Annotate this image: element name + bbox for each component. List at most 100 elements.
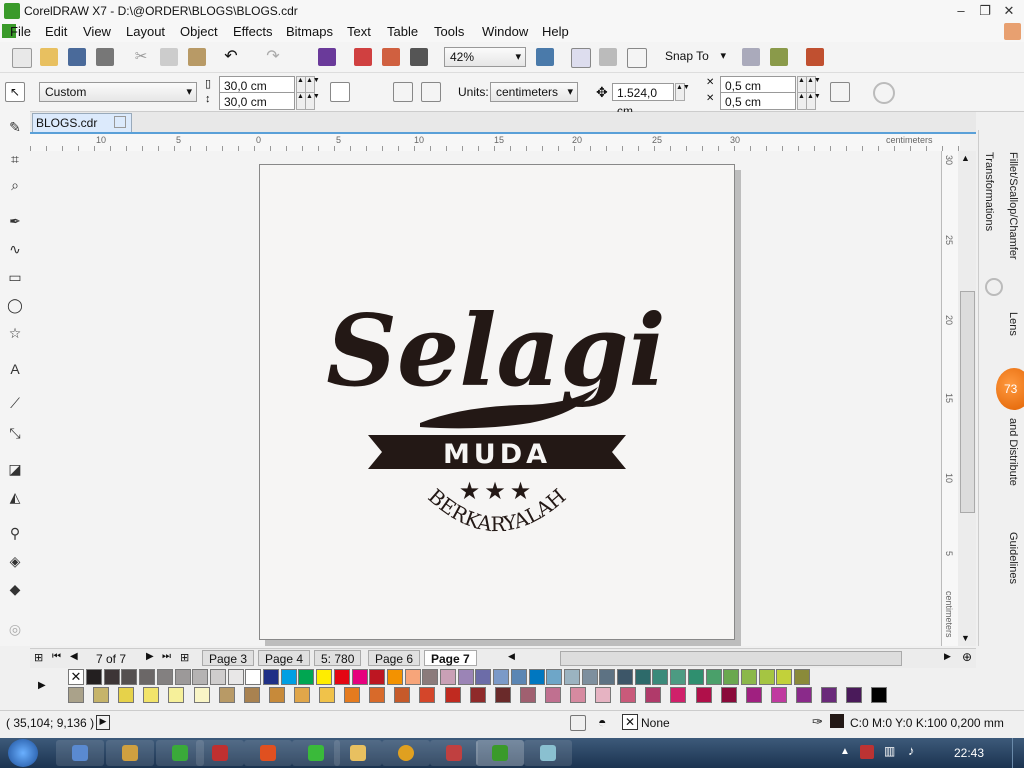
customize-toolbox-icon[interactable]: ◎ [5, 619, 25, 639]
drawing-canvas[interactable]: Selagi MUDA ★★★ BERKARYALAH [30, 151, 941, 646]
height-lock[interactable]: ▲▼ [305, 92, 320, 110]
add-page-icon[interactable]: ⊞ [34, 651, 43, 664]
color-swatch[interactable] [156, 669, 173, 685]
fill-color-swatch[interactable]: ✕ [622, 714, 638, 730]
color-swatch[interactable] [634, 669, 651, 685]
crop-tool-icon[interactable]: ⌗ [5, 149, 25, 169]
tab-close-icon[interactable] [114, 116, 126, 128]
color-swatch[interactable] [528, 669, 545, 685]
scroll-down-button[interactable]: ▼ [961, 633, 970, 643]
color-swatch[interactable] [245, 669, 262, 685]
page-height-field[interactable]: 30,0 cm [219, 92, 295, 110]
docker-tab-fillet[interactable]: Fillet/Scallop/Chamfer [1007, 152, 1019, 260]
docker-tab-lens[interactable]: Lens [1007, 312, 1019, 336]
new-document-icon[interactable] [12, 48, 32, 68]
color-swatch[interactable] [268, 687, 285, 703]
color-swatch[interactable] [193, 687, 210, 703]
color-swatch[interactable] [293, 687, 310, 703]
color-swatch[interactable] [93, 687, 110, 703]
export-icon[interactable] [382, 48, 400, 66]
search-content-icon[interactable] [318, 48, 336, 66]
save-icon[interactable] [68, 48, 86, 66]
color-swatch[interactable] [670, 687, 687, 703]
color-swatch[interactable] [510, 669, 527, 685]
ellipse-tool-icon[interactable]: ◯ [5, 295, 25, 315]
page-tab-active[interactable]: Page 7 [424, 650, 477, 666]
color-swatch[interactable] [563, 669, 580, 685]
show-desktop-button[interactable] [1012, 738, 1024, 768]
landscape-icon[interactable] [358, 82, 376, 100]
color-swatch[interactable] [846, 687, 863, 703]
eyedropper-icon[interactable]: ⚲ [5, 523, 25, 543]
menu-layout[interactable]: Layout [126, 24, 165, 39]
maximize-button[interactable]: ❐ [974, 2, 996, 20]
logo-artwork[interactable]: Selagi MUDA ★★★ BERKARYALAH [260, 165, 734, 639]
zoom-tool-icon[interactable]: ⌕ [5, 175, 25, 195]
full-screen-icon[interactable] [571, 48, 591, 68]
color-swatch[interactable] [263, 669, 279, 685]
outline-color-swatch[interactable] [830, 714, 844, 728]
page-tab[interactable]: 5: 780 [314, 650, 362, 666]
show-grid-icon[interactable] [627, 48, 647, 68]
color-swatch[interactable] [419, 687, 436, 703]
transparency-tool-icon[interactable]: ◭ [5, 487, 25, 507]
close-button[interactable]: ✕ [998, 2, 1020, 20]
menu-text[interactable]: Text [347, 24, 371, 39]
units-select[interactable]: centimeters [490, 82, 578, 102]
duplicate-y-field[interactable]: 0,5 cm [720, 92, 796, 110]
taskbar-app[interactable] [430, 740, 478, 766]
nudge-distance-field[interactable]: 1.524,0 cm [612, 83, 674, 118]
color-swatch[interactable] [369, 687, 386, 703]
color-swatch[interactable] [280, 669, 297, 685]
redo-icon[interactable]: ↷ [264, 48, 282, 66]
color-swatch[interactable] [298, 669, 315, 685]
palette-scroll-icon[interactable]: ▶ [38, 680, 46, 691]
copy-icon[interactable] [160, 48, 178, 66]
color-swatch[interactable] [457, 669, 474, 685]
logo-banner-text[interactable]: MUDA [443, 439, 551, 470]
color-swatch[interactable] [404, 669, 421, 685]
color-swatch[interactable] [494, 687, 511, 703]
color-swatch[interactable] [546, 669, 563, 685]
color-swatch[interactable] [440, 669, 456, 685]
color-swatch[interactable] [121, 669, 138, 685]
color-swatch[interactable] [770, 687, 787, 703]
options-icon[interactable] [742, 48, 760, 66]
page-tab[interactable]: Page 3 [202, 650, 255, 666]
menu-table[interactable]: Table [387, 24, 418, 39]
app-launcher-icon[interactable] [806, 48, 824, 66]
color-swatch[interactable] [687, 669, 704, 685]
scroll-right-button[interactable]: ▶ [944, 651, 951, 662]
account-icon[interactable] [1004, 23, 1021, 40]
color-swatch[interactable] [544, 687, 561, 703]
all-pages-icon[interactable] [393, 82, 413, 102]
minimize-button[interactable]: – [950, 2, 972, 20]
taskbar-browser[interactable] [382, 740, 430, 766]
align-icon[interactable] [770, 48, 788, 66]
color-swatch[interactable] [595, 687, 612, 703]
pick-tool-icon[interactable]: ↖ [5, 82, 25, 102]
color-swatch[interactable] [118, 687, 135, 703]
color-swatch[interactable] [243, 687, 260, 703]
color-swatch[interactable] [794, 669, 810, 685]
add-page-after-icon[interactable]: ⊞ [180, 651, 189, 664]
rectangle-tool-icon[interactable]: ▭ [5, 267, 25, 287]
open-icon[interactable] [40, 48, 58, 66]
color-proof-icon[interactable] [570, 715, 586, 731]
menu-window[interactable]: Window [482, 24, 528, 39]
color-swatch[interactable] [174, 669, 191, 685]
status-play-icon[interactable]: ▶ [96, 715, 110, 730]
color-swatch[interactable] [422, 669, 439, 685]
color-swatch[interactable] [103, 669, 120, 685]
import-icon[interactable] [354, 48, 372, 66]
color-swatch[interactable] [745, 687, 762, 703]
page-tab[interactable]: Page 6 [368, 650, 421, 666]
text-tool-icon[interactable]: A [5, 359, 25, 379]
menu-effects[interactable]: Effects [233, 24, 273, 39]
no-color-swatch[interactable]: ✕ [68, 669, 84, 685]
scroll-up-button[interactable]: ▲ [961, 153, 970, 163]
color-swatch[interactable] [218, 687, 235, 703]
duplicate-y-lock[interactable]: ▲▼ [806, 92, 821, 110]
drop-shadow-icon[interactable]: ◪ [5, 459, 25, 479]
color-swatch[interactable] [192, 669, 209, 685]
